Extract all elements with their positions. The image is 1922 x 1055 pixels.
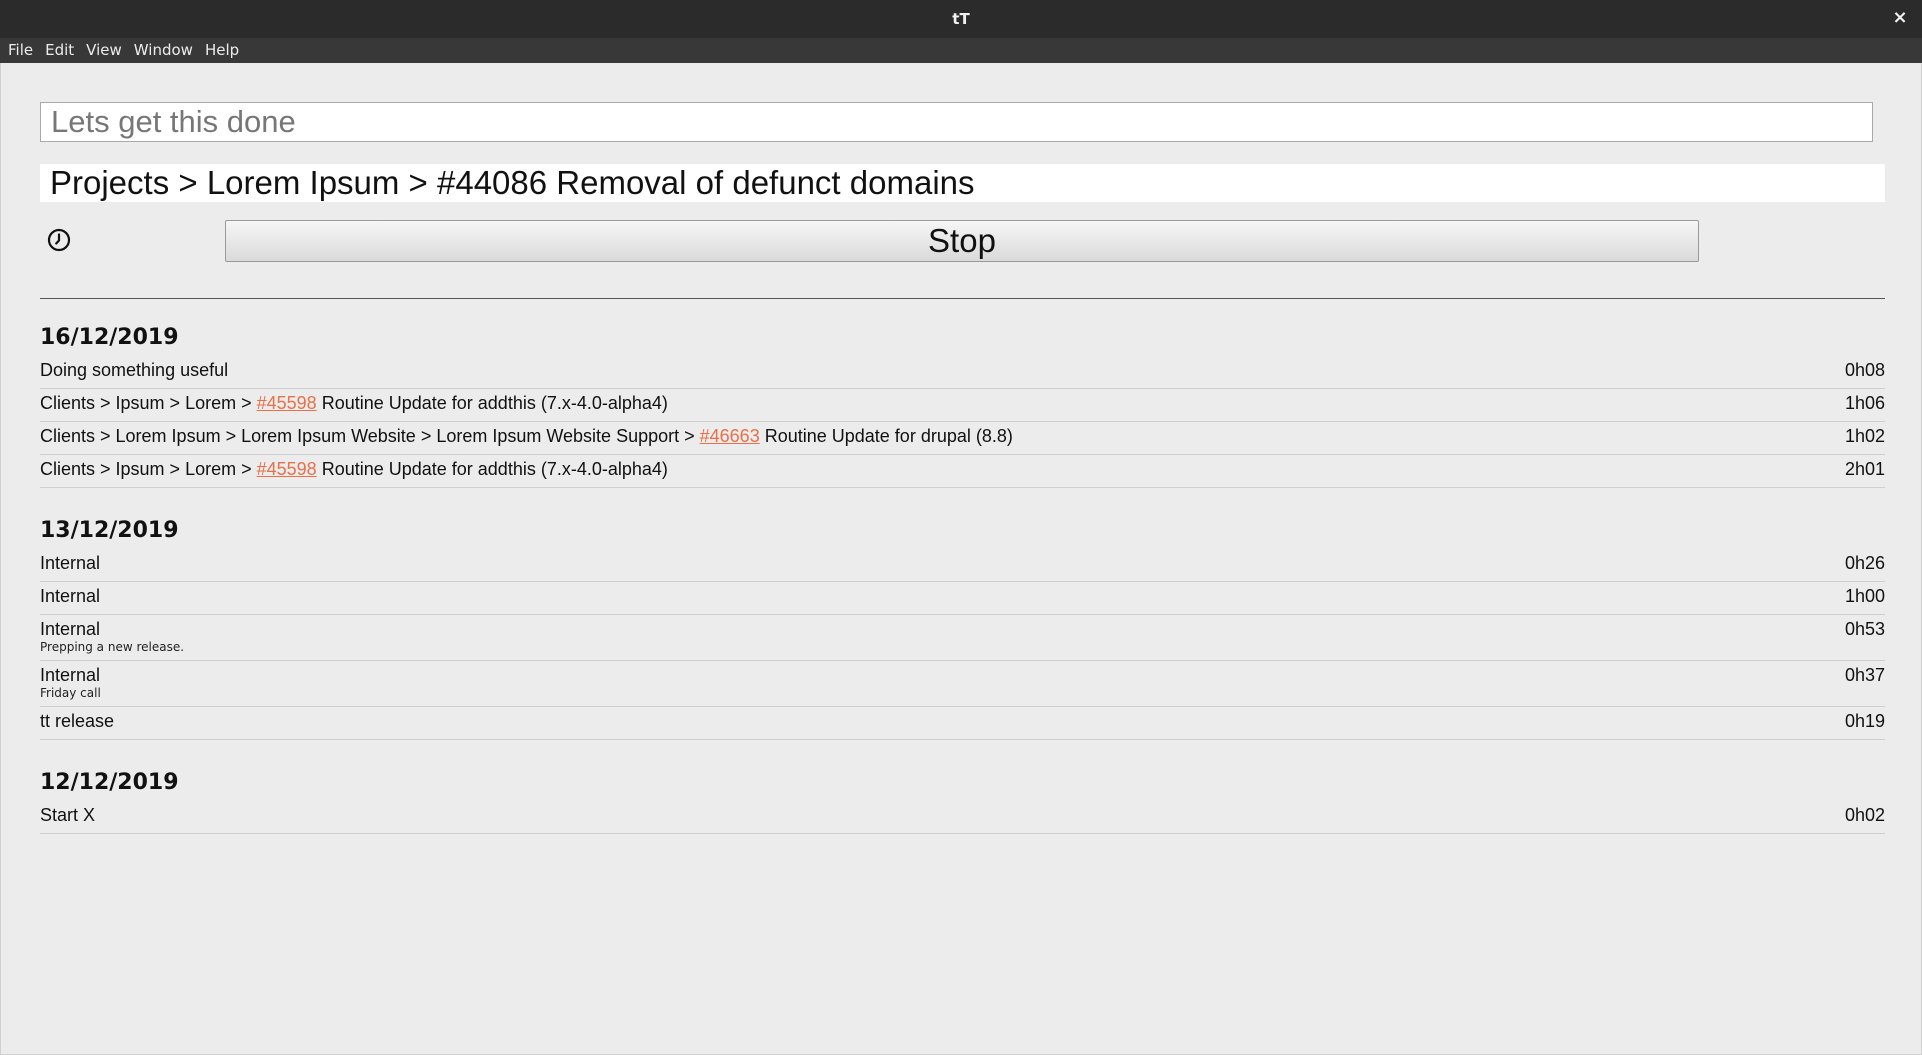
- entry-duration: 1h06: [1844, 393, 1885, 413]
- day-group: 13/12/2019 Internal 0h26 Internal 1h00 Intern…: [40, 516, 1885, 740]
- entry-path: tt release: [40, 711, 115, 731]
- entry-description: Clients > Ipsum > Lorem > #45598 Routine…: [40, 391, 668, 416]
- entry-description: Doing something useful: [40, 358, 228, 383]
- entry-description: Internal: [40, 663, 101, 688]
- day-date: 12/12/2019: [40, 770, 179, 795]
- entry-duration: 2h01: [1844, 459, 1885, 479]
- entry-duration: 0h53: [1844, 619, 1885, 639]
- entry-title: Routine Update for addthis (7.x-4.0-alph…: [316, 459, 668, 479]
- ticket-link[interactable]: #45598: [257, 393, 317, 413]
- time-entry[interactable]: Doing something useful 0h08: [40, 356, 1885, 389]
- entry-path: Start X: [40, 805, 96, 825]
- day-group: 12/12/2019 Start X 0h02: [40, 768, 1885, 834]
- entry-path: Internal: [40, 586, 101, 606]
- menu-window[interactable]: Window: [128, 38, 199, 63]
- entry-description: Internal: [40, 584, 100, 609]
- menu-bar: File Edit View Window Help: [0, 38, 1922, 63]
- entry-path: Internal: [40, 665, 101, 685]
- day-date: 16/12/2019: [40, 325, 179, 350]
- entry-title: Routine Update for drupal (8.8): [759, 426, 1013, 446]
- day-group: 16/12/2019 Doing something useful 0h08 Clie…: [40, 323, 1885, 488]
- menu-help[interactable]: Help: [199, 38, 245, 63]
- clock-icon[interactable]: [47, 228, 71, 252]
- entry-duration: 0h19: [1844, 711, 1885, 731]
- ticket-link[interactable]: #45598: [257, 459, 317, 479]
- entry-description: Internal: [40, 551, 100, 576]
- main-content: Projects > Lorem Ipsum > #44086 Removal …: [0, 63, 1922, 1055]
- time-entry[interactable]: Internal 1h00: [40, 582, 1885, 615]
- time-entry[interactable]: tt release 0h19: [40, 707, 1885, 740]
- entry-description: Clients > Lorem Ipsum > Lorem Ipsum Webs…: [40, 424, 1013, 449]
- entry-path: Internal: [40, 553, 101, 573]
- ticket-link[interactable]: #46663: [700, 426, 760, 446]
- menu-view[interactable]: View: [80, 38, 128, 63]
- time-log: 16/12/2019 Doing something useful 0h08 Clie…: [40, 303, 1885, 834]
- divider: [40, 298, 1885, 299]
- entry-title: Routine Update for addthis (7.x-4.0-alph…: [316, 393, 668, 413]
- entry-duration: 0h37: [1844, 665, 1885, 685]
- time-entry[interactable]: Start X 0h02: [40, 801, 1885, 834]
- menu-edit[interactable]: Edit: [39, 38, 80, 63]
- entry-duration: 1h00: [1844, 586, 1885, 606]
- entry-duration: 0h26: [1844, 553, 1885, 573]
- entry-path: Doing something useful: [40, 360, 229, 380]
- entry-path: Clients > Lorem Ipsum > Lorem Ipsum Webs…: [40, 426, 700, 446]
- entry-description: Clients > Ipsum > Lorem > #45598 Routine…: [40, 457, 668, 482]
- title-bar: tT ×: [0, 0, 1922, 38]
- day-date: 13/12/2019: [40, 518, 179, 543]
- entry-duration: 0h02: [1844, 805, 1885, 825]
- time-entry[interactable]: Internal Prepping a new release. 0h53: [40, 615, 1885, 661]
- entry-duration: 0h08: [1844, 360, 1885, 380]
- menu-file[interactable]: File: [2, 38, 39, 63]
- entry-path: Internal: [40, 619, 101, 639]
- entry-note: Friday call: [40, 686, 101, 700]
- entry-note: Prepping a new release.: [40, 640, 185, 654]
- current-task-label: Projects > Lorem Ipsum > #44086 Removal …: [40, 164, 1885, 202]
- time-entry[interactable]: Clients > Lorem Ipsum > Lorem Ipsum Webs…: [40, 422, 1885, 455]
- entry-path: Clients > Ipsum > Lorem >: [40, 393, 257, 413]
- close-icon[interactable]: ×: [1890, 7, 1910, 29]
- entry-description: Start X: [40, 803, 95, 828]
- entry-duration: 1h02: [1844, 426, 1885, 446]
- entry-description: Internal: [40, 617, 184, 642]
- entry-description: tt release: [40, 709, 114, 734]
- time-entry[interactable]: Internal Friday call 0h37: [40, 661, 1885, 707]
- task-input[interactable]: [40, 102, 1873, 142]
- time-entry[interactable]: Internal 0h26: [40, 549, 1885, 582]
- window-title: tT: [952, 10, 970, 28]
- entry-path: Clients > Ipsum > Lorem >: [40, 459, 257, 479]
- time-entry[interactable]: Clients > Ipsum > Lorem > #45598 Routine…: [40, 455, 1885, 488]
- stop-button[interactable]: Stop: [225, 220, 1699, 262]
- time-entry[interactable]: Clients > Ipsum > Lorem > #45598 Routine…: [40, 389, 1885, 422]
